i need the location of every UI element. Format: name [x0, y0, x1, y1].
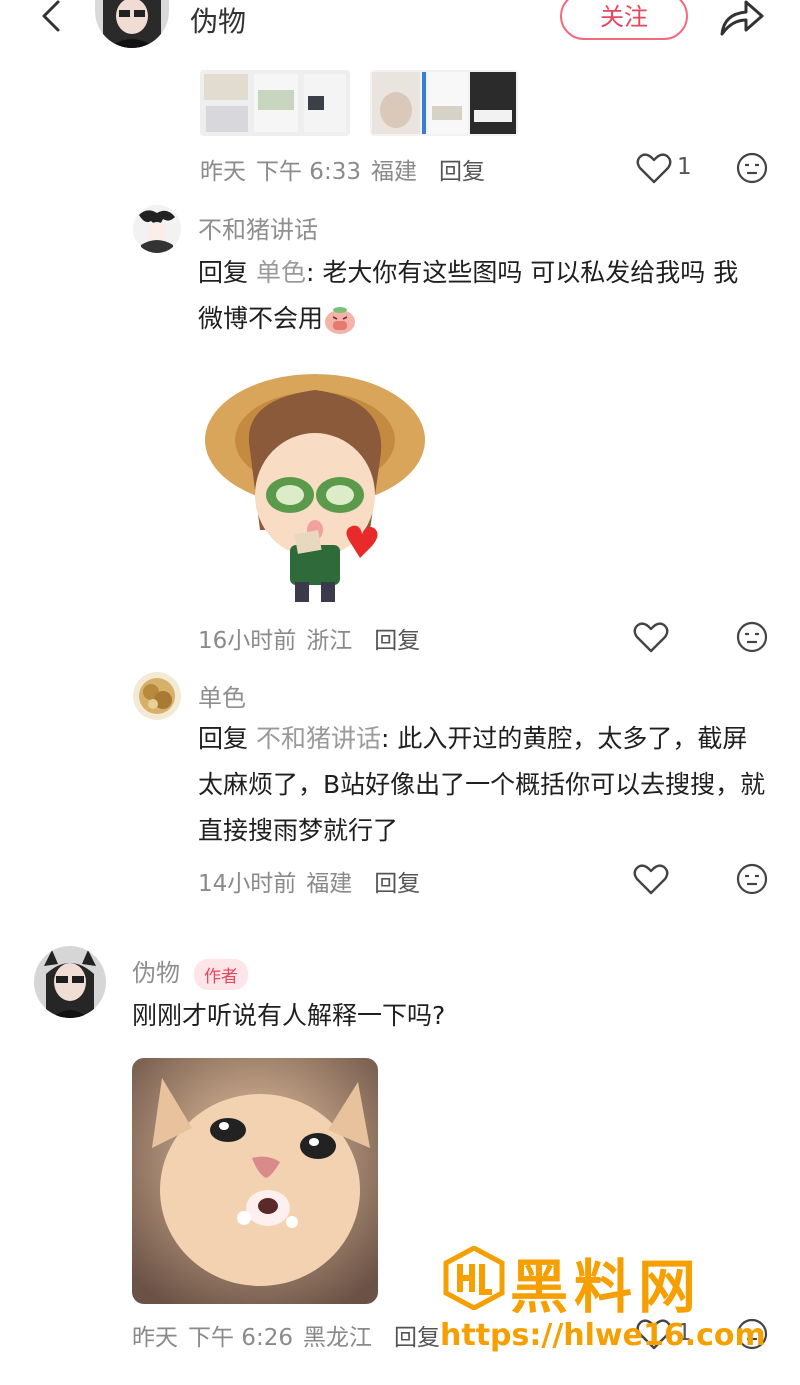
sticker-image[interactable]: [200, 360, 440, 610]
heart-icon[interactable]: [633, 621, 669, 653]
comment-time: 昨天: [200, 159, 246, 185]
dislike-icon[interactable]: [736, 863, 768, 895]
dislike-icon[interactable]: [736, 621, 768, 653]
comment-location: 黑龙江: [302, 1325, 372, 1351]
comment-username[interactable]: 单色: [198, 678, 246, 713]
watermark-logo-icon: [443, 1246, 505, 1310]
reply-target[interactable]: 不和猪讲话: [256, 724, 381, 753]
comment-time: 16小时前: [198, 628, 297, 654]
comment-meta: 14小时前 福建 回复: [198, 864, 430, 898]
comment-text: 回复 单色: 老大你有这些图吗 可以私发给我吗 我微博不会用: [198, 250, 758, 342]
top-bar: 伪物 关注: [0, 0, 800, 48]
comment-text: 回复 不和猪讲话: 此入开过的黄腔，太多了，截屏太麻烦了，B站好像出了一个概括你…: [198, 716, 768, 854]
author-badge: 作者: [194, 958, 248, 990]
comment-meta: 昨天 下午 6:33 福建 回复: [200, 152, 495, 186]
heart-icon[interactable]: [636, 152, 672, 184]
follow-button[interactable]: 关注: [560, 0, 688, 40]
comment-meta: 16小时前 浙江 回复: [198, 621, 430, 655]
comment-meta: 昨天 下午 6:26 黑龙江 回复: [132, 1318, 450, 1352]
watermark: 黑料网 https://hlwe16.com: [440, 1240, 770, 1360]
page-title: 伪物: [190, 5, 247, 38]
reply-prefix: 回复: [198, 724, 249, 753]
author-name[interactable]: 伪物: [132, 959, 180, 987]
reply-button[interactable]: 回复: [374, 628, 420, 654]
comment-time: 14小时前: [198, 871, 297, 897]
comment-text: 刚刚才听说有人解释一下吗?: [132, 1001, 446, 1030]
comment-time-detail: 下午 6:26: [188, 1325, 293, 1351]
heart-icon[interactable]: [633, 863, 669, 895]
comment-location: 福建: [306, 871, 353, 897]
comment-username: 伪物 作者: [132, 953, 248, 990]
avatar[interactable]: [133, 205, 181, 253]
share-icon[interactable]: [716, 0, 766, 38]
reply-button[interactable]: 回复: [439, 159, 485, 185]
reply-prefix: 回复: [198, 258, 249, 287]
like-count: 1: [677, 154, 692, 180]
comment-location: 福建: [370, 159, 417, 185]
comment-image[interactable]: [132, 1058, 378, 1304]
avatar[interactable]: [34, 946, 106, 1018]
reply-button[interactable]: 回复: [374, 871, 420, 897]
comment-location: 浙江: [306, 628, 353, 654]
reply-button[interactable]: 回复: [394, 1325, 440, 1351]
comment-image[interactable]: [370, 70, 518, 136]
comment-time-detail: 下午 6:33: [256, 159, 361, 185]
comment-time: 昨天: [132, 1325, 178, 1351]
avatar[interactable]: [133, 672, 181, 720]
watermark-title: 黑料网: [510, 1253, 703, 1321]
emoji-icon: [325, 307, 356, 334]
comment-username[interactable]: 不和猪讲话: [198, 210, 318, 245]
avatar[interactable]: [95, 0, 169, 48]
watermark-url: https://hlwe16.com: [440, 1318, 766, 1353]
reply-target[interactable]: 单色: [256, 258, 306, 287]
dislike-icon[interactable]: [736, 152, 768, 184]
comment-image[interactable]: [200, 70, 350, 136]
back-arrow-icon[interactable]: [34, 0, 70, 36]
